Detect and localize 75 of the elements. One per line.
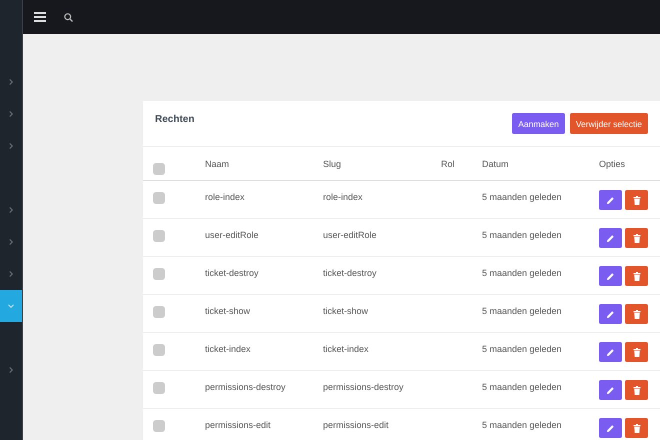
- edit-button[interactable]: [599, 380, 622, 400]
- trash-icon: [632, 196, 640, 204]
- table-cell: ticket-show: [205, 306, 250, 316]
- card-title: Rechten: [155, 114, 194, 125]
- delete-button[interactable]: [625, 342, 648, 362]
- trash-icon: [632, 424, 640, 432]
- delete-button[interactable]: [625, 266, 648, 286]
- search-icon[interactable]: [64, 12, 73, 22]
- delete-button[interactable]: [625, 190, 648, 210]
- pencil-icon: [606, 234, 615, 242]
- column-header: Slug: [323, 158, 342, 168]
- table-cell: ticket-destroy: [205, 268, 259, 278]
- chevron-right-icon: [8, 143, 14, 149]
- row-checkbox[interactable]: [153, 192, 165, 204]
- edit-button[interactable]: [599, 304, 622, 324]
- trash-icon: [632, 272, 640, 280]
- table-cell: 5 maanden geleden: [482, 420, 562, 430]
- row-checkbox[interactable]: [153, 230, 165, 242]
- pencil-icon: [606, 310, 615, 318]
- chevron-down-icon: [8, 303, 14, 309]
- table-cell: role-index: [205, 192, 245, 202]
- edit-button[interactable]: [599, 342, 622, 362]
- row-checkbox[interactable]: [153, 344, 165, 356]
- trash-icon: [632, 310, 640, 318]
- column-header: Naam: [205, 158, 230, 168]
- delete-selection-button[interactable]: Verwijder selectie: [570, 113, 648, 134]
- trash-icon: [632, 348, 640, 356]
- column-header: Datum: [482, 158, 509, 168]
- delete-button[interactable]: [625, 304, 648, 324]
- table-cell: ticket-show: [323, 306, 368, 316]
- table-cell: user-editRole: [323, 230, 377, 240]
- table-cell: permissions-edit: [205, 420, 271, 430]
- table-cell: 5 maanden geleden: [482, 306, 562, 316]
- table-cell: permissions-destroy: [323, 382, 404, 392]
- trash-icon: [632, 386, 640, 394]
- pencil-icon: [606, 348, 615, 356]
- table-cell: ticket-destroy: [323, 268, 377, 278]
- edit-button[interactable]: [599, 418, 622, 438]
- delete-button[interactable]: [625, 418, 648, 438]
- table-cell: 5 maanden geleden: [482, 230, 562, 240]
- delete-button[interactable]: [625, 228, 648, 248]
- delete-button[interactable]: [625, 380, 648, 400]
- table-cell: permissions-edit: [323, 420, 389, 430]
- table-cell: 5 maanden geleden: [482, 192, 562, 202]
- table-cell: permissions-destroy: [205, 382, 286, 392]
- table-cell: ticket-index: [205, 344, 251, 354]
- table-cell: 5 maanden geleden: [482, 344, 562, 354]
- menu-icon[interactable]: [34, 12, 46, 22]
- chevron-right-icon: [8, 239, 14, 245]
- edit-button[interactable]: [599, 228, 622, 248]
- table-cell: 5 maanden geleden: [482, 382, 562, 392]
- pencil-icon: [606, 424, 615, 432]
- row-checkbox[interactable]: [153, 382, 165, 394]
- column-header: Opties: [599, 158, 626, 168]
- edit-button[interactable]: [599, 190, 622, 210]
- row-checkbox[interactable]: [153, 420, 165, 432]
- table-cell: ticket-index: [323, 344, 369, 354]
- chevron-right-icon: [8, 111, 14, 117]
- row-checkbox[interactable]: [153, 268, 165, 280]
- create-button[interactable]: Aanmaken: [512, 113, 565, 134]
- trash-icon: [632, 234, 640, 242]
- row-checkbox[interactable]: [153, 306, 165, 318]
- table-cell: role-index: [323, 192, 363, 202]
- chevron-right-icon: [8, 207, 14, 213]
- chevron-right-icon: [8, 271, 14, 277]
- chevron-right-icon: [8, 79, 14, 85]
- pencil-icon: [606, 272, 615, 280]
- pencil-icon: [606, 386, 615, 394]
- table-cell: user-editRole: [205, 230, 259, 240]
- pencil-icon: [606, 196, 615, 204]
- select-all-checkbox[interactable]: [153, 163, 165, 175]
- edit-button[interactable]: [599, 266, 622, 286]
- column-header: Rol: [441, 158, 455, 168]
- chevron-right-icon: [8, 367, 14, 373]
- table-cell: 5 maanden geleden: [482, 268, 562, 278]
